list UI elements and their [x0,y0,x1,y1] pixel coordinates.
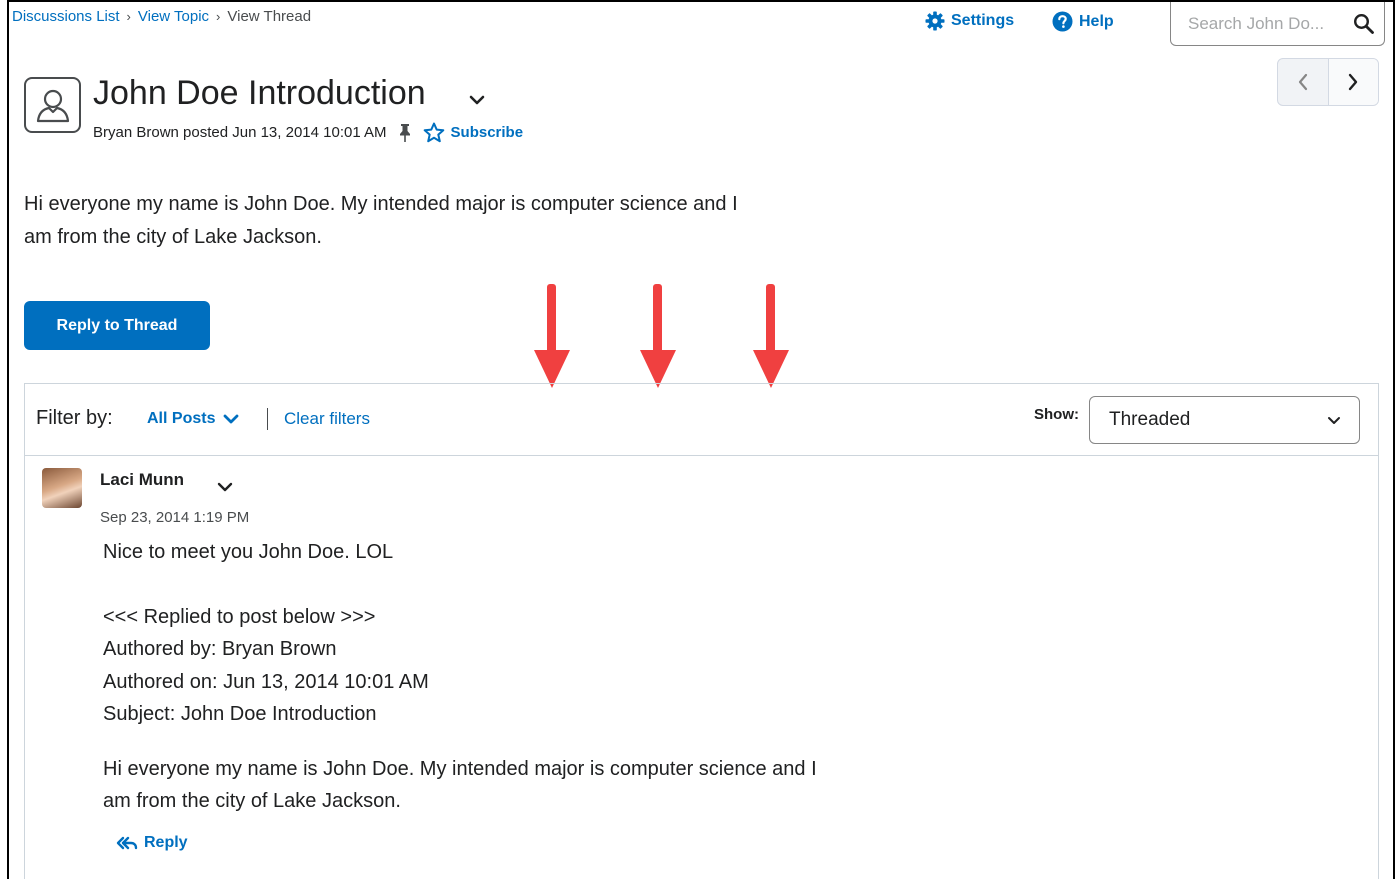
chevron-down-icon [1328,416,1340,424]
quoted-text-line: am from the city of Lake Jackson. [103,790,401,812]
annotation-arrow-icon [640,284,676,388]
previous-thread-button[interactable] [1278,59,1328,105]
breadcrumb-view-topic[interactable]: View Topic [138,8,209,25]
thread-body-line: Hi everyone my name is John Doe. My inte… [24,193,738,215]
gear-icon [925,11,945,31]
show-label: Show: [1034,406,1079,423]
help-label: Help [1079,12,1114,30]
thread-navigation [1277,58,1379,106]
breadcrumb-separator-icon: › [126,9,131,24]
thread-body-line: am from the city of Lake Jackson. [24,226,322,248]
settings-link[interactable]: Settings [925,11,1014,31]
thread-meta: Bryan Brown posted Jun 13, 2014 10:01 AM… [93,122,523,143]
breadcrumb-discussions-list[interactable]: Discussions List [12,8,120,25]
user-icon [36,89,69,123]
thread-menu-button[interactable] [468,93,486,111]
post-body: Nice to meet you John Doe. LOL <<< Repli… [103,536,923,818]
search-input[interactable] [1188,13,1353,34]
posts-panel: Filter by: All Posts Clear filters Show:… [24,383,1379,879]
next-thread-button[interactable] [1327,59,1378,105]
post-menu-button[interactable] [216,480,234,498]
help-icon [1052,11,1073,32]
post-author[interactable]: Laci Munn [100,470,184,490]
reply-link[interactable]: Reply [116,834,188,852]
quoted-text-line: Hi everyone my name is John Doe. My inte… [103,757,817,780]
chevron-right-icon [1349,73,1358,91]
post-date: Sep 23, 2014 1:19 PM [100,509,250,526]
thread-title: John Doe Introduction [93,74,426,112]
thread-body: Hi everyone my name is John Doe. My inte… [24,188,844,254]
quote-authored-on: Authored on: Jun 13, 2014 10:01 AM [103,670,429,693]
reply-label: Reply [144,834,188,851]
show-view-value: Threaded [1109,409,1191,430]
chevron-down-icon [217,482,233,492]
breadcrumb: Discussions List › View Topic › View Thr… [12,8,311,25]
chevron-down-icon [224,414,239,423]
annotation-arrow-icon [753,284,789,388]
avatar [42,468,82,508]
quote-header: <<< Replied to post below >>> [103,605,376,628]
star-icon [423,122,444,143]
reply-to-thread-button[interactable]: Reply to Thread [24,301,210,350]
all-posts-filter-button[interactable]: All Posts [147,410,239,428]
all-posts-label: All Posts [147,410,216,427]
reply-icon [116,836,138,850]
author-avatar-placeholder [24,77,81,133]
filter-divider [267,408,268,430]
quote-authored-by: Authored by: Bryan Brown [103,638,337,660]
post-message: Nice to meet you John Doe. LOL [103,541,394,563]
filter-bar: Filter by: All Posts Clear filters Show:… [25,384,1378,456]
settings-label: Settings [951,12,1015,29]
clear-filters-link[interactable]: Clear filters [284,409,370,429]
show-view-select[interactable]: Threaded [1089,396,1360,444]
filter-label: Filter by: [36,407,113,429]
help-link[interactable]: Help [1052,11,1114,32]
search-icon[interactable] [1353,13,1374,34]
chevron-down-icon [469,95,485,105]
subscribe-label: Subscribe [450,124,524,141]
search-box [1170,2,1385,46]
quote-subject: Subject: John Doe Introduction [103,703,377,725]
breadcrumb-separator-icon: › [216,9,221,24]
annotation-arrow-icon [534,284,570,388]
thread-meta-text: Bryan Brown posted Jun 13, 2014 10:01 AM [93,124,387,141]
pin-icon [399,123,410,142]
subscribe-link[interactable]: Subscribe [423,122,524,143]
chevron-left-icon [1298,73,1307,91]
breadcrumb-current: View Thread [227,8,312,25]
